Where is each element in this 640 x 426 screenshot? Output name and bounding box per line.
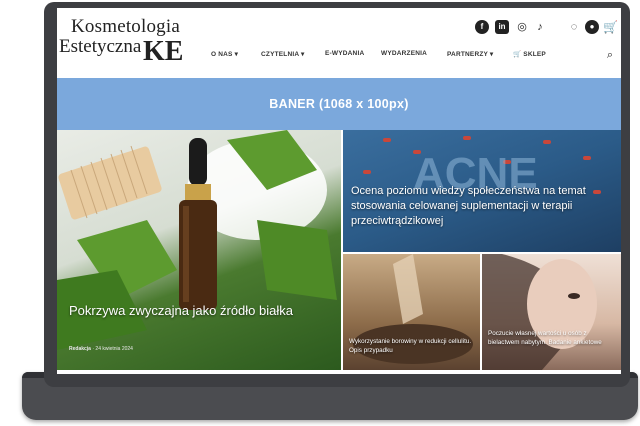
nav-item-sklep[interactable]: 🛒 SKLEP — [513, 50, 546, 58]
article-title-acne[interactable]: Ocena poziomu wiedzy społeczeństwa na te… — [351, 184, 611, 229]
nav-item-wydarzenia[interactable]: WYDARZENIA — [381, 50, 427, 57]
search-icon[interactable]: ⌕ — [603, 48, 617, 62]
article-title-face[interactable]: Poczucie własnej wartości u osób z biela… — [488, 330, 618, 347]
linkedin-icon[interactable]: in — [495, 20, 509, 34]
article-title-main[interactable]: Pokrzywa zwyczajna jako źródło białka — [69, 302, 299, 319]
nav-item-e-wydania[interactable]: E-WYDANIA — [325, 50, 364, 57]
logo-line1: Kosmetologia — [71, 16, 180, 37]
article-tile-mud[interactable]: Wykorzystanie borowiny w redukcji cellul… — [343, 254, 480, 370]
nav-item-czytelnia[interactable]: CZYTELNIA ▾ — [261, 50, 305, 58]
article-date: 24 kwietnia 2024 — [95, 346, 133, 352]
logo-line2: Estetyczna — [59, 36, 142, 57]
nav-item-o-nas[interactable]: O NAS ▾ — [211, 50, 238, 58]
article-image-nettle — [57, 130, 337, 350]
tiktok-icon[interactable]: ♪ — [533, 20, 547, 34]
facebook-icon[interactable]: f — [475, 20, 489, 34]
article-title-mud[interactable]: Wykorzystanie borowiny w redukcji cellul… — [349, 338, 477, 355]
article-meta: Redakcja · 24 kwietnia 2024 — [69, 346, 133, 352]
ad-banner[interactable]: BANER (1068 x 100px) — [57, 78, 621, 130]
article-tile-acne[interactable]: ACNE Ocena poziomu wiedzy społeczeństwa … — [343, 130, 621, 252]
site-header: Kosmetologia Estetyczna KE f in ◎ ♪ ◌ ● … — [57, 8, 621, 78]
user-icon[interactable]: ● — [585, 20, 599, 34]
article-author: Redakcja — [69, 346, 91, 352]
nav-item-partnerzy[interactable]: PARTNERZY ▾ — [447, 50, 493, 58]
logo-mark: KE — [143, 36, 184, 67]
instagram-icon[interactable]: ◎ — [515, 20, 529, 34]
laptop-screen: Kosmetologia Estetyczna KE f in ◎ ♪ ◌ ● … — [57, 8, 621, 374]
wooden-sticks — [58, 145, 162, 220]
cart-icon[interactable]: 🛒 — [603, 20, 618, 34]
screen-bottom-strip — [57, 370, 621, 374]
article-tile-main[interactable]: Pokrzywa zwyczajna jako źródło białka Re… — [57, 130, 341, 370]
messenger-icon[interactable]: ◌ — [567, 20, 581, 34]
site-logo[interactable]: Kosmetologia Estetyczna KE — [59, 14, 185, 72]
article-tile-face[interactable]: Poczucie własnej wartości u osób z biela… — [482, 254, 621, 370]
article-image-face — [482, 254, 597, 370]
